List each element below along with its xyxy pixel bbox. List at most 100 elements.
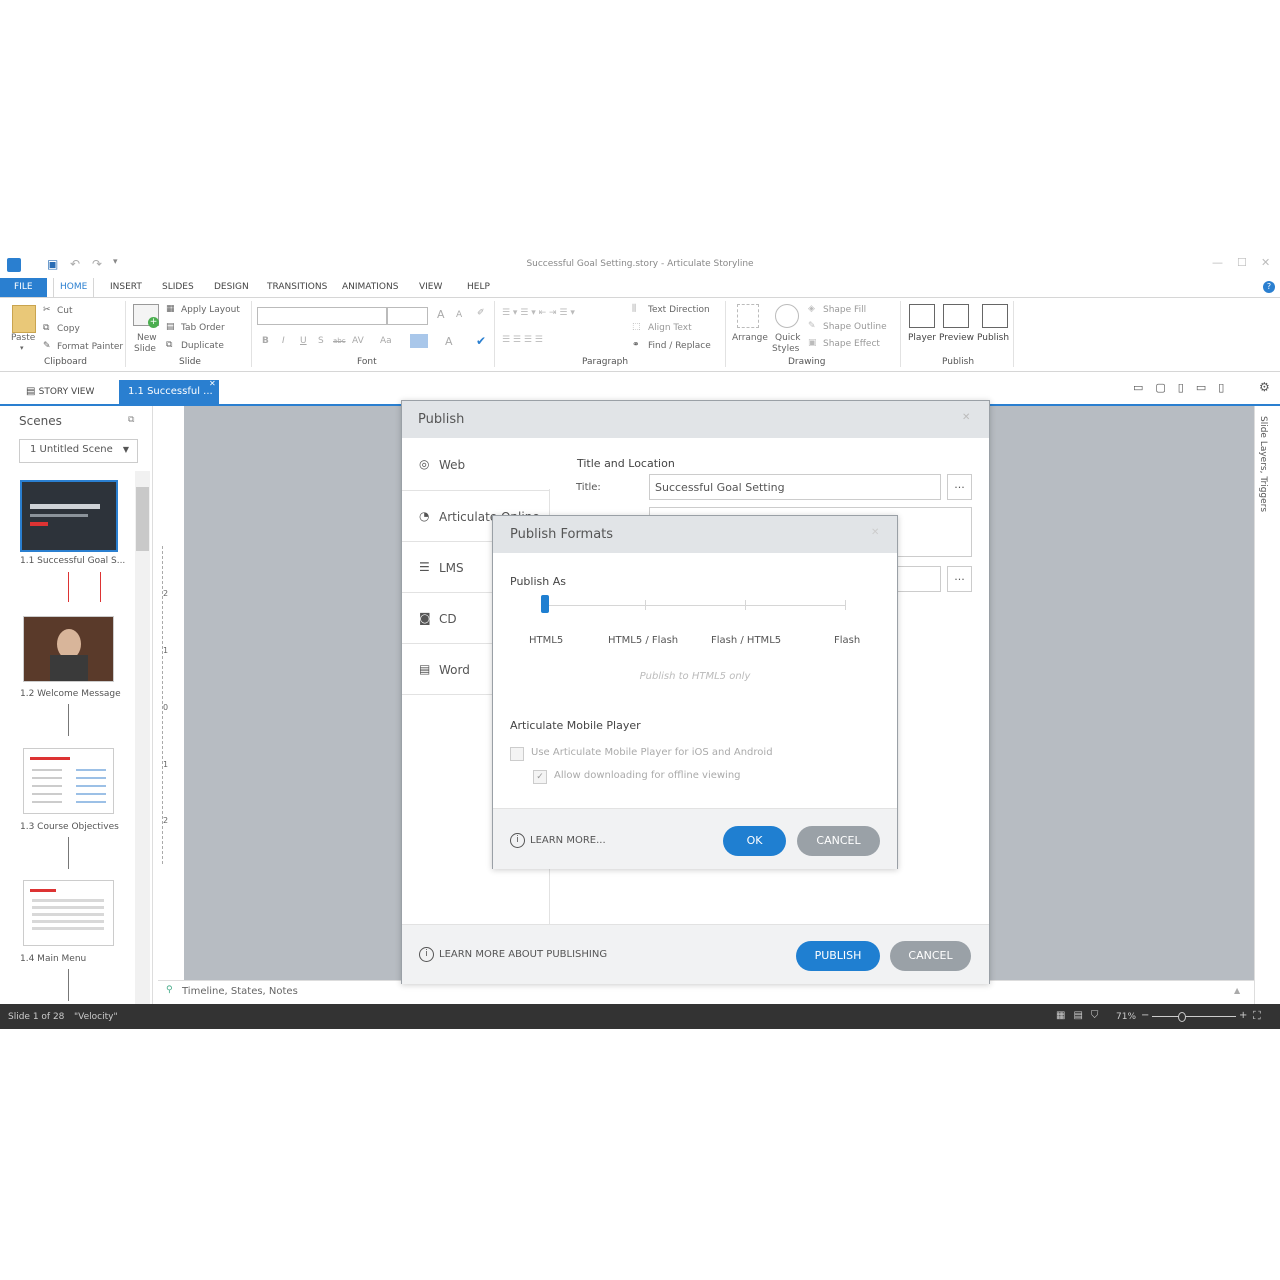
format-painter-button[interactable]: Format Painter [57, 342, 123, 352]
scene-dropdown[interactable]: 1 Untitled Scene ▼ [19, 439, 138, 463]
slide-thumbnail[interactable] [20, 480, 118, 552]
tab-view[interactable]: VIEW [413, 278, 448, 297]
char-spacing-button[interactable]: AV [352, 336, 364, 346]
tab-insert[interactable]: INSERT [104, 278, 148, 297]
nav-item-web[interactable]: ◎ Web [402, 438, 550, 489]
learn-more-link[interactable]: LEARN MORE... [530, 835, 606, 846]
tab-slides[interactable]: SLIDES [156, 278, 200, 297]
zoom-slider-thumb[interactable] [1178, 1012, 1186, 1022]
preview-button[interactable]: Preview [939, 333, 974, 343]
restore-pane-icon[interactable]: ⧉ [128, 415, 134, 425]
zoom-out-button[interactable]: − [1141, 1010, 1149, 1021]
format-slider-track[interactable] [545, 605, 845, 606]
bold-button[interactable]: B [262, 336, 269, 346]
font-color-button[interactable]: A [445, 335, 453, 348]
tab-order-button[interactable]: Tab Order [181, 323, 225, 333]
tab-help[interactable]: HELP [461, 278, 496, 297]
font-size-select[interactable] [387, 307, 428, 325]
scrollbar[interactable] [135, 471, 150, 1004]
maximize-button[interactable]: ☐ [1237, 256, 1247, 269]
shrink-font-icon[interactable]: A [456, 310, 462, 320]
clear-format-icon[interactable]: ✐ [477, 308, 485, 318]
format-option-flash[interactable]: Flash [834, 635, 860, 646]
align-icons[interactable]: ☰ ☰ ☰ ☰ [502, 335, 543, 345]
expand-timeline-icon[interactable]: ▲ [1234, 986, 1240, 995]
publish-button[interactable]: PUBLISH [796, 941, 880, 971]
scrollbar-thumb[interactable] [136, 487, 149, 551]
cancel-formats-button[interactable]: CANCEL [797, 826, 880, 856]
paste-button[interactable]: Paste [11, 333, 35, 343]
preview-icon[interactable] [943, 304, 969, 328]
arrange-button[interactable]: Arrange [732, 333, 768, 343]
new-slide-button[interactable]: New [137, 333, 157, 343]
slide-layers-panel[interactable]: Slide Layers, Triggers [1254, 406, 1280, 1004]
minimize-button[interactable]: — [1212, 256, 1223, 269]
slide-thumbnail[interactable] [23, 880, 114, 946]
tab-story-view[interactable]: ▤ STORY VIEW [26, 380, 94, 404]
format-option-flash-html5[interactable]: Flash / HTML5 [711, 635, 781, 646]
player-icon[interactable] [909, 304, 935, 328]
font-family-select[interactable] [257, 307, 387, 325]
format-slider-thumb[interactable] [541, 595, 549, 613]
publish-ribbon-button[interactable]: Publish [977, 333, 1009, 343]
title-input[interactable]: Successful Goal Setting [649, 474, 941, 500]
help-icon[interactable]: ? [1263, 281, 1275, 293]
shape-fill-button[interactable]: Shape Fill [823, 305, 866, 315]
grow-font-icon[interactable]: A [437, 308, 445, 321]
paste-dropdown-icon[interactable]: ▾ [20, 344, 24, 352]
settings-gear-icon[interactable]: ⚙ [1259, 380, 1270, 394]
use-mobile-player-checkbox[interactable] [510, 747, 524, 761]
tab-transitions[interactable]: TRANSITIONS [261, 278, 333, 297]
italic-button[interactable]: I [282, 336, 285, 346]
strikethrough-button[interactable]: abc [333, 337, 346, 345]
device-icons[interactable]: ▭▢▯▭▯ [1133, 381, 1236, 394]
tab-animations[interactable]: ANIMATIONS [336, 278, 404, 297]
cut-button[interactable]: Cut [57, 306, 73, 316]
quick-styles-button[interactable]: Quick [775, 333, 800, 343]
duplicate-button[interactable]: Duplicate [181, 341, 224, 351]
bullets-icon[interactable]: ☰ ▾ ☰ ▾ ⇤ ⇥ ☰ ▾ [502, 308, 575, 318]
zoom-slider[interactable] [1152, 1016, 1236, 1017]
tab-file[interactable]: FILE [0, 278, 47, 297]
ok-button[interactable]: OK [723, 826, 786, 856]
underline-button[interactable]: U [300, 336, 307, 346]
new-slide-button-line2[interactable]: Slide [134, 344, 156, 354]
publish-icon[interactable] [982, 304, 1008, 328]
arrange-icon[interactable] [737, 304, 759, 328]
change-case-button[interactable]: Aa [380, 336, 392, 346]
folder-browse-button[interactable]: ... [947, 566, 972, 592]
close-tab-icon[interactable]: ✕ [209, 379, 216, 388]
format-option-html5[interactable]: HTML5 [529, 635, 563, 646]
tab-home[interactable]: HOME [53, 278, 95, 297]
find-replace-button[interactable]: Find / Replace [648, 341, 711, 351]
learn-more-publishing-link[interactable]: LEARN MORE ABOUT PUBLISHING [439, 949, 607, 960]
copy-button[interactable]: Copy [57, 324, 80, 334]
close-icon[interactable]: ✕ [871, 527, 879, 538]
allow-offline-checkbox[interactable]: ✓ [533, 770, 547, 784]
align-text-button[interactable]: Align Text [648, 323, 692, 333]
close-icon[interactable]: ✕ [962, 412, 970, 423]
slide-thumbnail[interactable] [23, 616, 114, 682]
shape-effect-button[interactable]: Shape Effect [823, 339, 880, 349]
title-browse-button[interactable]: ... [947, 474, 972, 500]
tab-design[interactable]: DESIGN [208, 278, 255, 297]
highlight-icon[interactable] [410, 334, 428, 348]
apply-layout-button[interactable]: Apply Layout [181, 305, 240, 315]
view-mode-icons[interactable]: ▦▤⛉ [1056, 1010, 1106, 1021]
format-option-html5-flash[interactable]: HTML5 / Flash [608, 635, 678, 646]
cancel-publish-button[interactable]: CANCEL [890, 941, 971, 971]
spell-check-icon[interactable]: ✔ [476, 334, 486, 348]
zoom-in-button[interactable]: + [1239, 1010, 1247, 1021]
slide-layers-triggers-label[interactable]: Slide Layers, Triggers [1258, 416, 1268, 512]
paste-icon[interactable] [12, 305, 36, 333]
quick-styles-icon[interactable] [775, 304, 799, 328]
text-direction-button[interactable]: Text Direction [648, 305, 710, 315]
player-button[interactable]: Player [908, 333, 936, 343]
tab-slide[interactable]: 1.1 Successful ... [119, 380, 219, 404]
shadow-button[interactable]: S [318, 336, 324, 346]
shape-outline-button[interactable]: Shape Outline [823, 322, 887, 332]
slide-thumbnail[interactable] [23, 748, 114, 814]
fit-window-icon[interactable]: ⛶ [1253, 1009, 1261, 1023]
quick-styles-button-line2[interactable]: Styles [772, 344, 799, 354]
close-button[interactable]: ✕ [1261, 256, 1270, 269]
